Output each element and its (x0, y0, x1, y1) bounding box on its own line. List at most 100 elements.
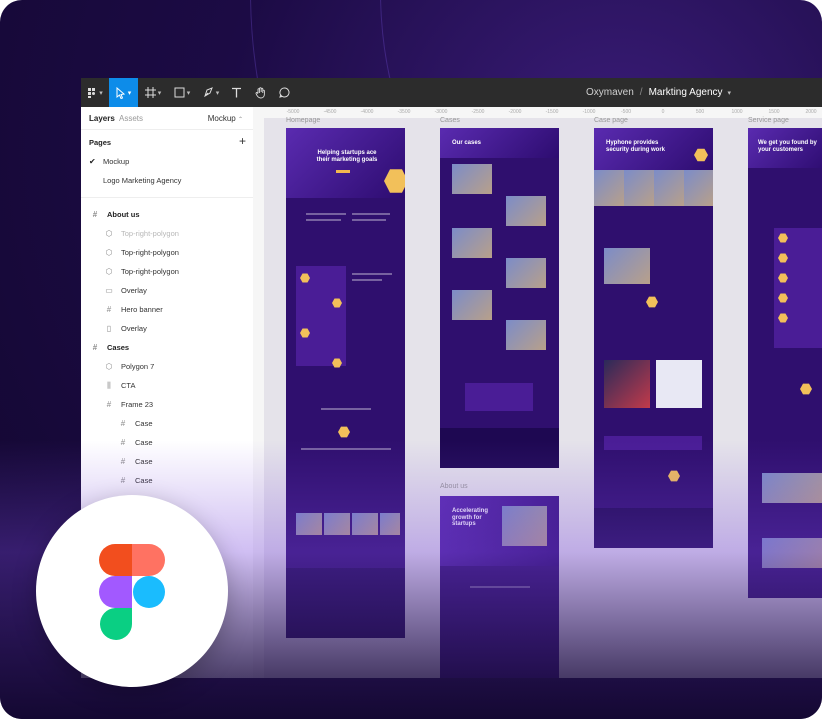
figma-logo-icon (99, 544, 165, 640)
frame-icon: # (120, 457, 126, 466)
frame-label-about-us[interactable]: About us (440, 483, 468, 490)
file-title[interactable]: Oxymaven / Markting Agency ▾ (586, 78, 731, 107)
team-name: Oxymaven (586, 87, 634, 98)
page-item-label: Logo Marketing Agency (103, 176, 182, 185)
frame-icon: # (120, 438, 126, 447)
text-tool-button[interactable] (227, 78, 245, 107)
layer-item[interactable]: # About us (81, 205, 261, 224)
polygon-icon: ⬡ (105, 248, 113, 257)
ruler-tick-label: -3000 (434, 109, 448, 115)
ruler-tick-label: 2000 (805, 109, 817, 115)
ruler-tick-label: -2500 (471, 109, 485, 115)
layer-label: CTA (121, 381, 136, 390)
tab-layers[interactable]: Layers (89, 114, 115, 123)
frame-about-us[interactable]: Accelerating growth for startups (440, 496, 559, 678)
frame-cases[interactable]: Our cases (440, 128, 559, 468)
frame-headline: We get you found by your customers (758, 140, 817, 153)
tab-assets[interactable]: Assets (119, 114, 143, 123)
frame-icon: # (120, 419, 126, 428)
layer-item[interactable]: ⬡ Top-right-polygon (81, 262, 275, 281)
rectangle-icon (174, 87, 185, 98)
comment-tool-button[interactable] (275, 78, 293, 107)
frame-headline: Our cases (452, 140, 482, 146)
divider (81, 197, 253, 198)
layer-label: Case (135, 476, 153, 485)
layer-item[interactable]: # Hero banner (81, 300, 275, 319)
shape-tool-button[interactable]: ▾ (168, 78, 196, 107)
layer-label: Overlay (121, 324, 147, 333)
polygon-icon: ⬡ (105, 362, 113, 371)
rectangle-icon: ▭ (105, 286, 113, 295)
page-item-logo-marketing-agency[interactable]: Logo Marketing Agency (89, 176, 181, 185)
frame-homepage[interactable]: Helping startups ace their marketing goa… (286, 128, 405, 638)
chevron-up-icon: ⌃ (237, 117, 243, 123)
chevron-down-icon: ▾ (727, 89, 732, 97)
layer-label: Hero banner (121, 305, 163, 314)
frame-headline: Helping startups ace their marketing goa… (316, 150, 378, 163)
rectangle-icon: ▯ (106, 324, 112, 333)
page-item-label: Mockup (103, 157, 130, 166)
ruler-tick-label: 1500 (768, 109, 780, 115)
design-canvas[interactable]: Homepage Helping startups ace their mark… (264, 117, 822, 678)
ruler-tick-label: -3500 (397, 109, 411, 115)
frame-case-page[interactable]: Hyphone provides security during work (594, 128, 713, 548)
layer-item[interactable]: # Frame 23 (81, 395, 275, 414)
frame-icon: # (106, 305, 112, 314)
page-item-mockup[interactable]: ✔ Mockup (89, 157, 129, 166)
layer-item[interactable]: ▯ Overlay (81, 319, 275, 338)
pages-heading: Pages (89, 138, 112, 147)
hand-icon (255, 86, 265, 98)
frame-icon: # (92, 343, 98, 352)
layer-label: Top-right-polygon (121, 267, 179, 276)
frame-icon (144, 87, 156, 98)
layer-label: Overlay (121, 286, 147, 295)
frame-icon: # (120, 476, 126, 485)
main-menu-button[interactable]: ▾ (81, 78, 109, 107)
layer-item[interactable]: ⬡ Top-right-polygon (81, 224, 275, 243)
panel-tabs: Layers Assets Mockup ⌃ (81, 107, 253, 129)
frame-label-homepage[interactable]: Homepage (286, 117, 320, 124)
cursor-icon (116, 86, 125, 99)
polygon-icon: ⬡ (105, 267, 113, 276)
pen-icon (203, 87, 213, 98)
add-page-button[interactable]: + (239, 134, 246, 148)
hand-tool-button[interactable] (251, 78, 269, 107)
polygon-icon: ⬡ (105, 229, 113, 238)
layer-item[interactable]: ⬡ Polygon 7 (81, 357, 275, 376)
move-tool-button[interactable]: ▾ (109, 78, 138, 107)
layer-item[interactable]: ⬡ Top-right-polygon (81, 243, 275, 262)
checkmark-icon: ✔ (89, 157, 96, 166)
title-separator: / (639, 87, 643, 98)
layer-label: About us (107, 210, 140, 219)
frame-headline: Hyphone provides security during work (606, 140, 666, 153)
layer-label: Case (135, 419, 153, 428)
frame-label-cases[interactable]: Cases (440, 117, 460, 124)
ruler-tick-label: 500 (695, 109, 705, 115)
layer-label: Frame 23 (121, 400, 154, 409)
ruler-tick-label: -4500 (323, 109, 337, 115)
ruler-tick-label: -2000 (508, 109, 522, 115)
divider (81, 129, 253, 130)
layer-label: Top-right-polygon (121, 248, 179, 257)
layer-label: Case (135, 457, 153, 466)
pen-tool-button[interactable]: ▾ (197, 78, 225, 107)
text-icon (231, 87, 241, 98)
frame-icon: # (106, 400, 112, 409)
layer-item[interactable]: ⫼ CTA (81, 376, 275, 395)
layer-item[interactable]: # Cases (81, 338, 261, 357)
layer-label: Case (135, 438, 153, 447)
layer-item[interactable]: ▭ Overlay (81, 281, 275, 300)
frame-icon: # (92, 210, 98, 219)
frame-tool-button[interactable]: ▾ (139, 78, 167, 107)
promo-card: ▾ ▾ ▾ ▾ ▾ Oxymaven / Markting Agency ▾ L… (0, 0, 822, 719)
ruler-tick-label: -4000 (360, 109, 374, 115)
frame-service-page[interactable]: We get you found by your customers (748, 128, 822, 598)
comment-icon (278, 87, 289, 98)
page-selector[interactable]: Mockup ⌃ (208, 114, 243, 123)
frame-label-case-page[interactable]: Case page (594, 117, 628, 124)
frame-label-service-page[interactable]: Service page (748, 117, 789, 124)
ruler-tick-label: -1000 (582, 109, 596, 115)
ruler-tick-label: 0 (661, 109, 665, 115)
ruler-tick-label: -5000 (286, 109, 300, 115)
file-name: Markting Agency (648, 87, 723, 98)
